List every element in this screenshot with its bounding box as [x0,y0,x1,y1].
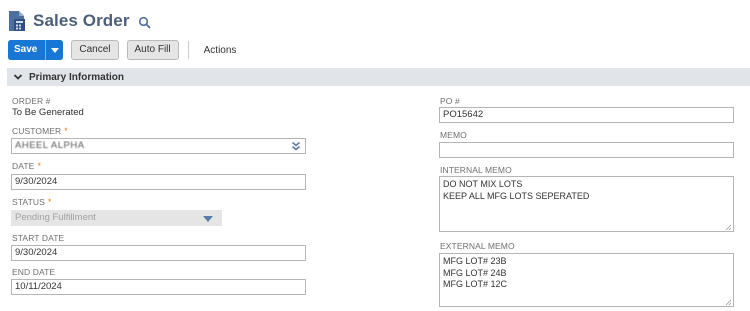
section-title: Primary Information [29,71,125,83]
external-memo-label: EXTERNAL MEMO [440,241,515,251]
toolbar: Save Cancel Auto Fill Actions [8,40,236,60]
double-chevron-down-icon[interactable] [291,141,301,152]
external-memo-line: MFG LOT# 12C [443,279,508,289]
memo-field[interactable] [439,142,734,158]
memo-label: MEMO [440,130,467,140]
customer-value: AHEEL ALPHA [15,140,85,151]
required-marker: * [37,161,42,171]
caret-down-icon [50,47,59,53]
chevron-down-icon[interactable] [11,70,25,84]
internal-memo-line: DO NOT MIX LOTS [443,179,523,189]
page-title: Sales Order [33,11,130,30]
end-date-value: 10/11/2024 [15,281,62,292]
date-value: 9/30/2024 [15,176,58,187]
required-marker: * [64,126,68,136]
actions-menu[interactable]: Actions [204,45,237,56]
auto-fill-button[interactable]: Auto Fill [126,40,179,60]
caret-down-icon [203,216,213,222]
status-label-text: STATUS [12,197,45,207]
external-memo-line: MFG LOT# 23B [443,256,507,266]
order-number-label: ORDER # [12,96,51,106]
internal-memo-line: KEEP ALL MFG LOTS SEPERATED [443,190,590,201]
start-date-value: 9/30/2024 [15,247,58,258]
toolbar-divider [187,41,189,59]
sales-order-document-icon [8,10,26,32]
date-field[interactable]: 9/30/2024 [11,174,306,190]
po-number-value: PO15642 [443,109,484,120]
external-memo-field[interactable]: MFG LOT# 23B MFG LOT# 24B MFG LOT# 12C [439,253,734,307]
customer-label: CUSTOMER * [12,126,68,136]
po-number-field[interactable]: PO15642 [439,107,734,123]
internal-memo-label: INTERNAL MEMO [440,165,512,175]
resize-grip-icon[interactable] [725,298,732,306]
order-number-value: To Be Generated [12,107,84,118]
resize-grip-icon[interactable] [725,223,732,231]
status-label: STATUS * [12,197,51,207]
date-label: DATE * [12,161,41,171]
customer-field[interactable]: AHEEL ALPHA [11,138,306,154]
po-number-label: PO # [440,96,460,106]
search-icon[interactable] [138,16,151,29]
external-memo-line: MFG LOT# 24B [443,267,507,278]
save-button-group: Save [8,40,64,60]
end-date-label: END DATE [12,267,56,277]
cancel-button[interactable]: Cancel [71,40,119,60]
required-marker: * [47,197,52,207]
date-label-text: DATE [12,161,35,171]
internal-memo-field[interactable]: DO NOT MIX LOTS KEEP ALL MFG LOTS SEPERA… [439,176,734,232]
primary-information-section-header[interactable]: Primary Information [7,68,750,86]
page-header: Sales Order [8,8,151,34]
status-select: Pending Fulfillment [11,210,222,226]
save-button[interactable]: Save [8,40,47,60]
start-date-label: START DATE [12,233,65,243]
customer-label-text: CUSTOMER [12,126,62,136]
status-value: Pending Fulfillment [15,212,96,223]
end-date-field[interactable]: 10/11/2024 [11,279,306,295]
save-options-button[interactable] [46,40,64,60]
start-date-field[interactable]: 9/30/2024 [11,245,306,261]
